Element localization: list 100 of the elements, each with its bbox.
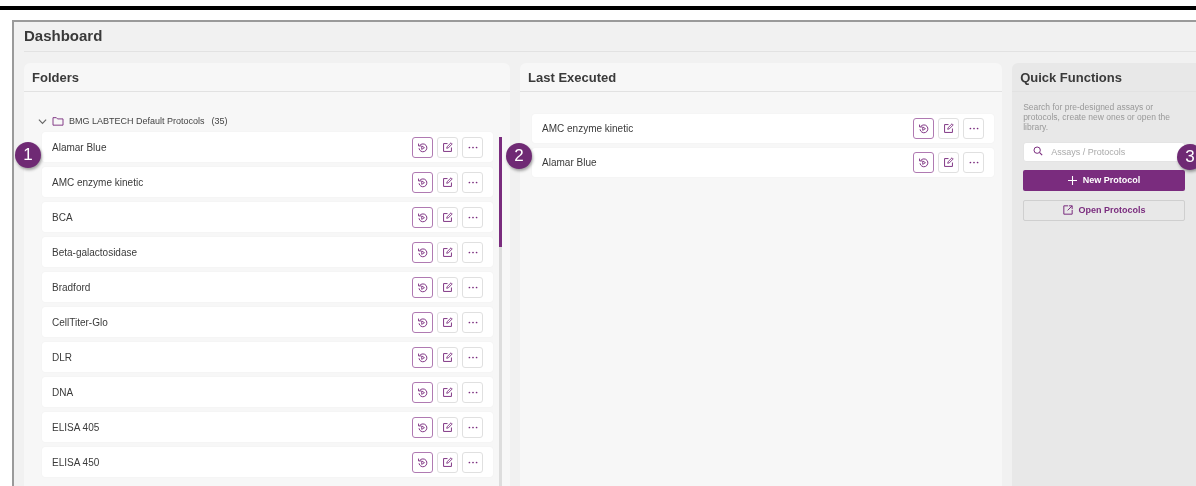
protocol-row[interactable]: AMC enzyme kinetic [532, 114, 995, 143]
edit-button[interactable] [437, 171, 459, 193]
replay-icon [417, 351, 429, 363]
more-icon [467, 145, 478, 149]
edit-icon [442, 211, 454, 223]
replay-icon [417, 246, 429, 258]
protocol-row[interactable]: ELISA 450 [42, 447, 494, 477]
protocol-name: Beta-galactosidase [52, 246, 138, 258]
run-button[interactable] [412, 416, 434, 438]
edit-icon [943, 157, 955, 168]
edit-button[interactable] [437, 311, 459, 333]
external-link-icon [1062, 205, 1073, 216]
edit-icon [442, 281, 454, 293]
edit-icon [442, 386, 454, 398]
protocol-row[interactable]: CellTiter-Glo [42, 307, 494, 337]
panel-title: Folders [24, 63, 511, 92]
edit-button[interactable] [938, 152, 960, 173]
protocol-row[interactable]: Bradford [42, 272, 494, 302]
search-icon [1033, 145, 1044, 156]
edit-button[interactable] [938, 118, 960, 139]
protocol-name: ELISA 450 [52, 456, 100, 468]
edit-icon [442, 316, 454, 328]
run-button[interactable] [412, 451, 434, 473]
run-button[interactable] [412, 276, 434, 298]
protocol-name: ELISA 405 [52, 421, 100, 433]
edit-button[interactable] [437, 381, 459, 403]
run-button[interactable] [412, 381, 434, 403]
replay-icon [417, 421, 429, 433]
replay-icon [417, 141, 429, 153]
protocol-name: Bradford [52, 281, 91, 293]
protocol-row[interactable]: Beta-galactosidase [42, 237, 494, 267]
protocol-row[interactable]: BCA [42, 202, 494, 232]
run-button[interactable] [913, 118, 935, 139]
edit-button[interactable] [437, 416, 459, 438]
more-icon [467, 215, 478, 219]
protocol-row[interactable]: DLR [42, 342, 494, 372]
more-icon [467, 390, 478, 394]
protocol-row[interactable]: AMC enzyme kinetic [42, 167, 494, 197]
protocol-name: DLR [52, 351, 72, 363]
run-button[interactable] [412, 311, 434, 333]
more-icon [968, 127, 979, 130]
new-protocol-button[interactable]: New Protocol [1023, 169, 1185, 191]
edit-icon [442, 246, 454, 258]
chevron-icon[interactable] [38, 116, 47, 126]
more-icon [968, 161, 979, 164]
replay-icon [417, 386, 429, 398]
open-protocols-button[interactable]: Open Protocols [1023, 199, 1185, 221]
replay-icon [417, 316, 429, 328]
run-button[interactable] [412, 346, 434, 368]
edit-button[interactable] [437, 276, 459, 298]
search-field[interactable]: Assays / Protocols [1023, 141, 1185, 162]
replay-icon [417, 211, 429, 223]
replay-icon [918, 123, 930, 134]
scrollbar[interactable] [499, 137, 503, 486]
replay-icon [918, 157, 930, 168]
protocol-name: AMC enzyme kinetic [542, 123, 634, 134]
run-button[interactable] [913, 152, 935, 173]
run-button[interactable] [412, 136, 434, 158]
protocol-row[interactable]: Alamar Blue [532, 148, 995, 177]
run-button[interactable] [412, 206, 434, 228]
more-icon [467, 355, 478, 359]
protocol-name: DNA [52, 386, 74, 398]
page-title: Dashboard [24, 22, 1196, 52]
run-button[interactable] [412, 171, 434, 193]
panel-title: Quick Functions [1012, 63, 1196, 92]
protocol-row[interactable]: ELISA 405 [42, 412, 494, 442]
edit-button[interactable] [437, 346, 459, 368]
more-icon [467, 180, 478, 184]
protocol-name: CellTiter-Glo [52, 316, 108, 328]
edit-button[interactable] [437, 451, 459, 473]
edit-button[interactable] [437, 241, 459, 263]
protocol-name: Alamar Blue [52, 141, 107, 153]
more-icon [467, 250, 478, 254]
replay-icon [417, 281, 429, 293]
protocol-name: AMC enzyme kinetic [52, 176, 144, 188]
protocol-row[interactable]: Alamar Blue [42, 132, 494, 162]
folder-name[interactable]: BMG LABTECH Default Protocols [69, 116, 205, 126]
protocol-name: BCA [52, 211, 73, 223]
description-text: Search for pre-designed assays or protocols, create new ones or open the library. [1023, 102, 1172, 133]
edit-icon [943, 123, 955, 134]
replay-icon [417, 176, 429, 188]
edit-icon [442, 351, 454, 363]
more-icon [467, 285, 478, 289]
run-button[interactable] [412, 241, 434, 263]
edit-button[interactable] [437, 136, 459, 158]
protocol-name: Alamar Blue [542, 157, 597, 168]
more-icon [467, 320, 478, 324]
edit-icon [442, 141, 454, 153]
protocol-row[interactable]: DNA [42, 377, 494, 407]
folder-icon [52, 116, 64, 126]
replay-icon [417, 456, 429, 468]
edit-button[interactable] [437, 206, 459, 228]
panel-title: Last Executed [520, 63, 1003, 92]
edit-icon [442, 421, 454, 433]
more-icon [467, 460, 478, 464]
more-icon [467, 425, 478, 429]
folder-count: (35) [211, 116, 228, 126]
edit-icon [442, 456, 454, 468]
edit-icon [442, 176, 454, 188]
plus-icon [1067, 175, 1077, 185]
